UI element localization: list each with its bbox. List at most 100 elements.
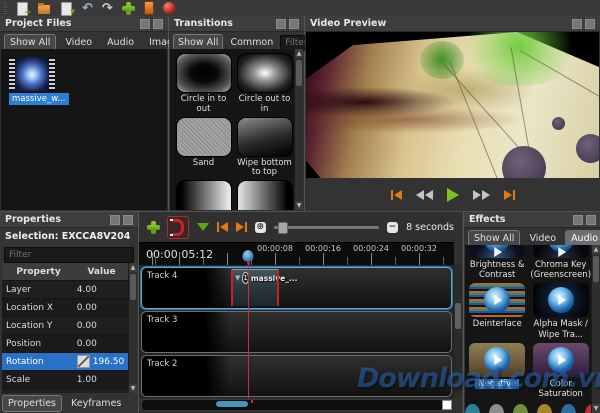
scroll-up-icon[interactable]: ▲ xyxy=(592,245,600,254)
transition-item[interactable]: Wipe left to xyxy=(174,180,233,210)
effect-label: Deinterlace xyxy=(467,319,527,329)
chevron-down-icon[interactable]: ▼ xyxy=(235,274,240,282)
zoom-in-button[interactable]: ⊕ xyxy=(255,222,267,233)
snapping-toggle-button[interactable] xyxy=(167,216,189,239)
openshot-window: + ▾ ↶ ↷ Project Files Show All Video Aud… xyxy=(0,0,600,413)
transition-item[interactable]: Circle out to in xyxy=(235,53,294,115)
jump-end-button[interactable] xyxy=(236,222,247,232)
undo-button[interactable]: ↶ xyxy=(82,2,93,15)
jump-start-button[interactable] xyxy=(217,222,228,232)
add-files-button[interactable] xyxy=(122,2,135,15)
table-row[interactable]: Location X0.00 xyxy=(2,299,128,317)
close-icon[interactable] xyxy=(585,19,595,29)
effect-dot-icon[interactable] xyxy=(561,404,576,413)
tab-properties[interactable]: Properties xyxy=(2,395,62,412)
open-project-button[interactable] xyxy=(38,2,51,15)
undock-icon[interactable] xyxy=(573,215,583,225)
scrollbar-handle[interactable] xyxy=(130,274,136,300)
jump-end-button[interactable] xyxy=(504,190,515,200)
razor-arrow-icon[interactable] xyxy=(197,223,209,231)
close-icon[interactable] xyxy=(123,215,133,225)
property-column-header[interactable]: Property xyxy=(2,267,75,277)
video-preview-title: Video Preview xyxy=(310,18,386,29)
effect-label: Color Saturation xyxy=(530,379,591,399)
timeline-clip[interactable]: ▼ 1 massive_... xyxy=(231,269,279,306)
track-3[interactable]: Track 3 xyxy=(141,311,452,353)
close-icon[interactable] xyxy=(289,19,299,29)
scroll-down-icon[interactable]: ▼ xyxy=(592,404,600,413)
track-4[interactable]: Track 4 ▼ 1 massive_... xyxy=(141,267,452,309)
table-row[interactable]: Location Y0.00 xyxy=(2,317,128,335)
circle-in-to-out-thumbnail xyxy=(176,53,232,93)
close-icon[interactable] xyxy=(153,19,163,29)
zoom-slider[interactable] xyxy=(274,226,379,229)
add-track-button[interactable] xyxy=(147,221,159,234)
clip-icon[interactable] xyxy=(144,1,154,15)
timeline-ruler[interactable]: 00:00:05:12 00:00:08 00:00:16 00:00:24 0… xyxy=(139,242,454,266)
properties-filter-input[interactable] xyxy=(4,247,134,263)
scrollbar-handle[interactable] xyxy=(455,303,461,329)
file-item[interactable]: massive_w... xyxy=(1,57,167,105)
effects-scrollbar[interactable]: ▲ ▼ xyxy=(591,245,600,413)
scrollbar-handle[interactable] xyxy=(296,60,302,86)
undock-icon[interactable] xyxy=(572,19,582,29)
undock-icon[interactable] xyxy=(110,215,120,225)
ruler-label: 00:00:32 xyxy=(401,244,437,253)
fast-forward-button[interactable] xyxy=(473,190,490,200)
effect-item[interactable]: Brightness & Contrast xyxy=(467,245,527,280)
transitions-scrollbar[interactable]: ▲ ▼ xyxy=(294,49,303,210)
close-icon[interactable] xyxy=(586,215,596,225)
effect-item[interactable]: Alpha Mask / Wipe Tra... xyxy=(530,280,591,339)
table-row[interactable]: Layer4.00 xyxy=(2,281,128,299)
down-arrow-badge-icon: ▾ xyxy=(70,7,75,17)
effect-item-selected[interactable]: Negative xyxy=(467,340,527,399)
undock-icon[interactable] xyxy=(276,19,286,29)
properties-scrollbar[interactable]: ▲ ▼ xyxy=(128,263,137,393)
table-row[interactable]: Position0.00 xyxy=(2,335,128,353)
zoom-slider-handle[interactable] xyxy=(278,222,288,234)
transition-item[interactable]: Sand xyxy=(174,117,233,179)
transition-item[interactable]: Wipe bottom to top xyxy=(235,117,294,179)
transition-item[interactable]: Wipe right to xyxy=(235,180,294,210)
timeline-horizontal-scrollbar[interactable] xyxy=(141,399,452,411)
toolbar-grip[interactable] xyxy=(4,3,7,14)
project-files-panel: Project Files Show All Video Audio Image… xyxy=(0,16,169,211)
rewind-button[interactable] xyxy=(416,190,433,200)
value-column-header[interactable]: Value xyxy=(75,267,128,277)
effect-dot-icon[interactable] xyxy=(465,404,480,413)
redo-button[interactable]: ↷ xyxy=(102,2,113,15)
negative-thumbnail xyxy=(469,343,525,377)
effect-dot-icon[interactable] xyxy=(537,404,552,413)
undock-icon[interactable] xyxy=(140,19,150,29)
tab-keyframes[interactable]: Keyframes xyxy=(65,395,127,412)
table-row[interactable]: Scale1.00 xyxy=(2,371,128,389)
effect-dot-icon[interactable] xyxy=(489,404,504,413)
table-row-selected[interactable]: Rotation196.50 xyxy=(2,353,128,371)
scroll-down-icon[interactable]: ▼ xyxy=(295,201,303,210)
effect-item[interactable]: Chroma Key (Greenscreen) xyxy=(530,245,591,280)
scrollbar-handle[interactable] xyxy=(593,256,599,282)
transition-item[interactable]: Circle in to out xyxy=(174,53,233,115)
playhead-line[interactable] xyxy=(248,265,249,398)
track-2[interactable]: Track 2 xyxy=(141,355,452,397)
effect-dot-icon[interactable] xyxy=(513,404,528,413)
effect-item[interactable]: Deinterlace xyxy=(467,280,527,339)
scroll-up-icon[interactable]: ▲ xyxy=(129,263,137,272)
timeline-vertical-scrollbar[interactable] xyxy=(454,265,462,398)
effect-item[interactable]: Color Saturation xyxy=(530,340,591,399)
scrollbar-handle[interactable] xyxy=(216,401,248,407)
save-project-button[interactable]: ▾ xyxy=(60,2,73,15)
property-value: 1.00 xyxy=(77,393,128,394)
play-button[interactable] xyxy=(447,188,459,202)
new-file-button[interactable]: + xyxy=(16,2,29,15)
scrollbar-end-grip[interactable] xyxy=(442,400,452,410)
zoom-out-button[interactable]: − xyxy=(387,222,399,233)
table-row[interactable]: Scale X1.00 xyxy=(2,389,128,393)
scroll-down-icon[interactable]: ▼ xyxy=(129,384,137,393)
green-nebula-blob xyxy=(420,41,464,79)
property-name: Layer xyxy=(2,285,77,295)
record-button[interactable] xyxy=(163,2,175,14)
scroll-up-icon[interactable]: ▲ xyxy=(295,49,303,58)
playhead-marker[interactable] xyxy=(243,250,254,262)
jump-start-button[interactable] xyxy=(391,190,402,200)
